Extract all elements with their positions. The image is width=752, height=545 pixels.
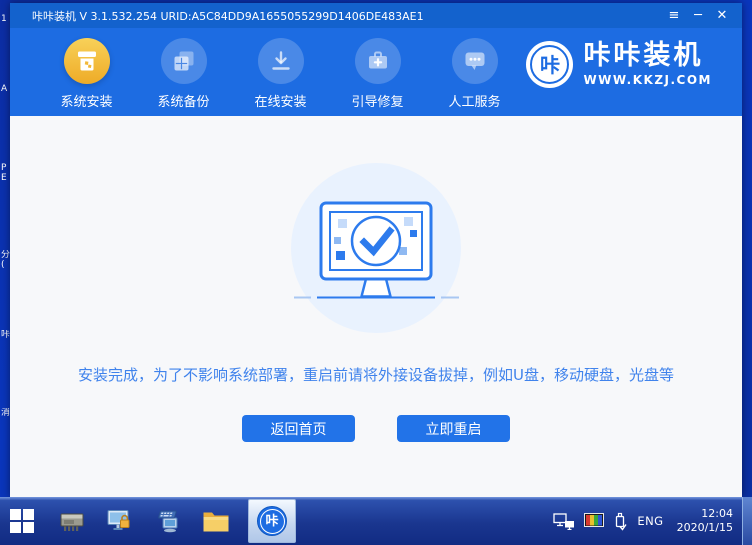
kaka-logo-icon: 咔	[526, 41, 574, 88]
logo-url: WWW.KKZJ.COM	[583, 72, 712, 87]
taskbar-item-kaka-installer-active[interactable]: 咔	[248, 499, 296, 543]
taskbar-item-screen-lock-tool[interactable]	[100, 509, 140, 533]
screen-lock-icon	[107, 510, 130, 530]
desktop-icon-label-fragment: 消	[1, 408, 10, 418]
nav-label: 系统安装	[60, 95, 113, 110]
keyboard-monitor-icon	[158, 510, 178, 533]
folder-icon	[203, 512, 229, 531]
nav-item-support[interactable]: 人工服务	[426, 28, 523, 116]
language-indicator[interactable]: ENG	[637, 514, 663, 528]
main-content: 安装完成，为了不影响系统部署，重启前请将外接设备拔掉，例如U盘，移动硬盘，光盘等…	[10, 116, 742, 497]
desktop-icon-label-fragment: PE	[1, 163, 7, 183]
online-download-icon	[257, 38, 304, 84]
boot-repair-toolbox-icon	[354, 38, 401, 84]
clock-time: 12:04	[701, 506, 733, 520]
taskbar-left: 咔	[0, 497, 296, 545]
show-desktop-button[interactable]	[742, 497, 752, 545]
kaka-installer-window: 咔咔装机 V 3.1.532.254 URID:A5C84DD9A1655055…	[10, 3, 742, 497]
brand-logo: 咔 咔咔装机 WWW.KKZJ.COM	[526, 41, 712, 88]
network-icon[interactable]	[553, 512, 575, 530]
install-box-icon	[63, 38, 110, 84]
nav-label: 系统备份	[157, 95, 210, 110]
system-tray: ENG 12:04 2020/1/15	[553, 497, 742, 545]
logo-text: 咔咔装机 WWW.KKZJ.COM	[583, 40, 712, 87]
return-home-button[interactable]: 返回首页	[242, 415, 355, 442]
desktop-icon-label-fragment: A	[1, 84, 8, 94]
nav-label: 引导修复	[351, 95, 404, 110]
menu-icon[interactable]: ≡	[666, 7, 682, 25]
start-button[interactable]	[0, 509, 44, 533]
safely-remove-usb-icon[interactable]	[613, 512, 628, 531]
desktop-icon-label-fragment: 分(	[1, 250, 10, 270]
titlebar[interactable]: 咔咔装机 V 3.1.532.254 URID:A5C84DD9A1655055…	[10, 3, 742, 28]
backup-icon	[160, 38, 207, 84]
close-icon[interactable]: ✕	[714, 7, 730, 25]
nav-label: 人工服务	[448, 95, 501, 110]
logo-symbol: 咔	[538, 52, 561, 77]
taskbar-item-file-explorer[interactable]	[196, 510, 236, 533]
nav-label: 在线安装	[254, 95, 307, 110]
taskbar-item-chip-tool[interactable]	[52, 509, 92, 533]
window-title: 咔咔装机 V 3.1.532.254 URID:A5C84DD9A1655055…	[32, 9, 424, 23]
taskbar-clock[interactable]: 12:04 2020/1/15	[673, 507, 737, 536]
nav-item-system-backup[interactable]: 系统备份	[135, 28, 232, 116]
windows-logo-icon	[10, 509, 34, 533]
taskbar: 咔 ENG 12:04 2020/1/15	[0, 497, 752, 545]
chip-icon	[60, 513, 84, 531]
support-chat-icon	[451, 38, 498, 84]
display-settings-icon[interactable]	[584, 513, 605, 529]
nav-item-system-install[interactable]: 系统安装	[38, 28, 135, 116]
nav-item-boot-repair[interactable]: 引导修复	[329, 28, 426, 116]
completion-message: 安装完成，为了不影响系统部署，重启前请将外接设备拔掉，例如U盘，移动硬盘，光盘等	[78, 366, 674, 384]
logo-title: 咔咔装机	[583, 40, 704, 72]
nav-item-online-install[interactable]: 在线安装	[232, 28, 329, 116]
taskbar-item-input-tool[interactable]	[148, 509, 188, 533]
kaka-app-icon: 咔	[257, 506, 287, 536]
clock-date: 2020/1/15	[676, 521, 733, 534]
minimize-icon[interactable]: ─	[690, 7, 706, 25]
desktop-icon-label-fragment: 咔	[1, 330, 10, 340]
window-controls: ≡ ─ ✕	[666, 7, 730, 25]
action-buttons: 返回首页 立即重启	[10, 415, 742, 442]
reboot-now-button[interactable]: 立即重启	[397, 415, 510, 442]
desktop-icon-label-fragment: 1	[1, 14, 7, 24]
success-monitor-illustration	[294, 201, 459, 299]
nav-bar: 系统安装 系统备份 在线安装 引导修复 人工服务 咔 咔咔装机 WWW.KKZJ…	[10, 28, 742, 116]
